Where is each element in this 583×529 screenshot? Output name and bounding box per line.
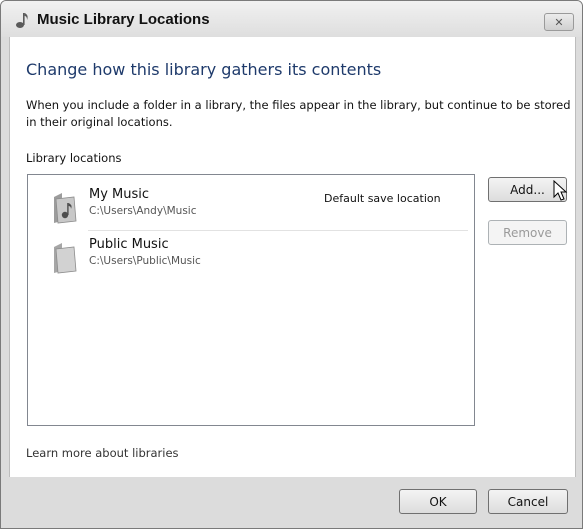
location-path: C:\Users\Andy\Music <box>89 205 197 217</box>
location-path: C:\Users\Public\Music <box>89 255 201 267</box>
music-folder-icon <box>54 193 77 224</box>
music-note-icon <box>16 13 28 28</box>
cancel-button[interactable]: Cancel <box>488 489 568 514</box>
dialog-heading: Change how this library gathers its cont… <box>26 60 382 79</box>
default-save-location-label: Default save location <box>324 192 441 205</box>
list-separator <box>88 230 468 231</box>
dialog-description: When you include a folder in a library, … <box>26 98 571 129</box>
location-name: My Music <box>89 187 150 202</box>
dialog-window: Music Library Locations ✕ Change how thi… <box>0 0 583 529</box>
ok-button[interactable]: OK <box>399 489 477 514</box>
dialog-body: Change how this library gathers its cont… <box>9 37 576 477</box>
library-locations-list[interactable]: My Music C:\Users\Andy\Music Default sav… <box>27 174 475 426</box>
close-button[interactable]: ✕ <box>544 13 574 31</box>
location-name: Public Music <box>89 237 169 252</box>
close-icon: ✕ <box>554 15 564 29</box>
list-item[interactable]: Public Music C:\Users\Public\Music <box>28 233 474 281</box>
learn-more-link[interactable]: Learn more about libraries <box>26 446 179 460</box>
window-title: Music Library Locations <box>37 11 210 28</box>
library-locations-label: Library locations <box>26 151 122 165</box>
mouse-cursor-icon <box>553 180 568 201</box>
list-item[interactable]: My Music C:\Users\Andy\Music Default sav… <box>28 183 474 231</box>
remove-button[interactable]: Remove <box>488 220 567 245</box>
title-bar[interactable]: Music Library Locations ✕ <box>1 1 582 37</box>
folder-icon <box>54 243 77 274</box>
